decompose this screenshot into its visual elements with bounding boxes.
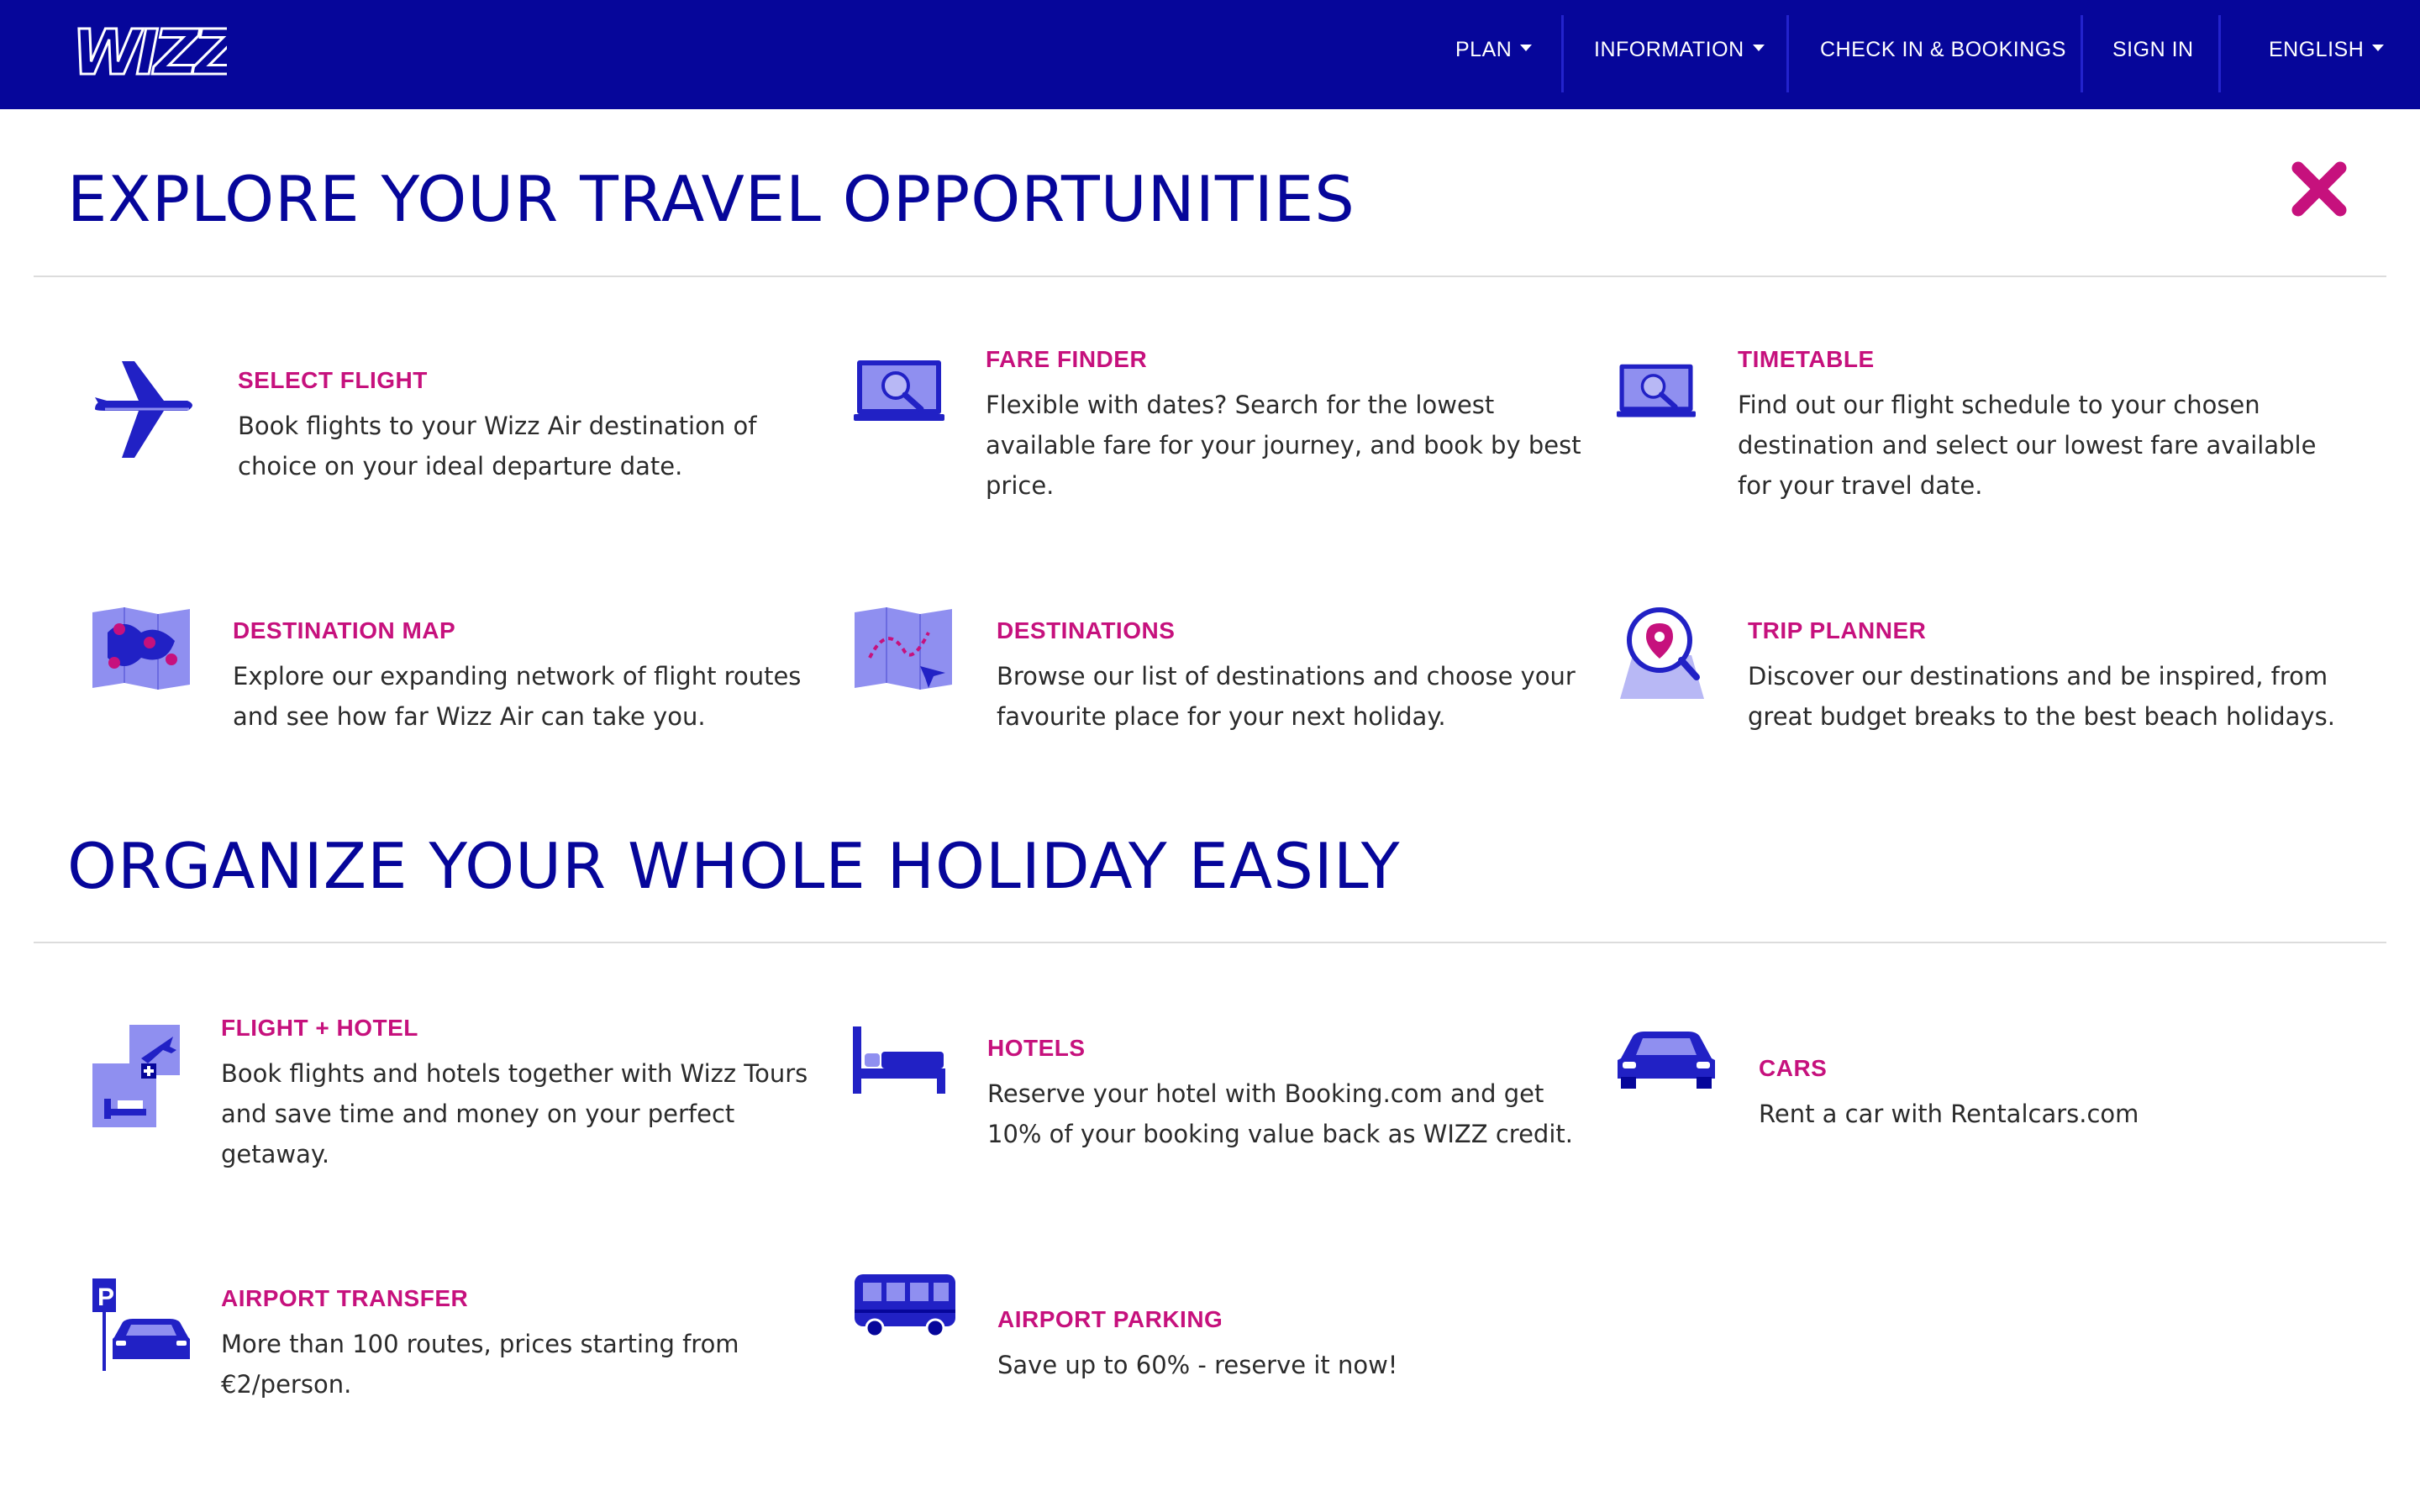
destinations-desc: Browse our list of destinations and choo… (997, 662, 1576, 731)
nav-divider (2218, 15, 2221, 92)
top-navbar: WIZZ PLAN INFORMATION CHECK IN & BOOKING… (0, 0, 2420, 109)
flight-hotel-icon (92, 1025, 180, 1127)
nav-divider (1561, 15, 1564, 92)
parking-car-icon: P (92, 1278, 190, 1371)
bus-icon (855, 1274, 955, 1338)
laptop-search-icon (854, 360, 944, 421)
flight-hotel-desc: Book flights and hotels together with Wi… (221, 1059, 808, 1168)
section-title-organize: ORGANIZE YOUR WHOLE HOLIDAY EASILY (67, 829, 1401, 903)
nav-sign-in-label: SIGN IN (2112, 37, 2194, 61)
airport-parking-item[interactable]: AIRPORT PARKING Save up to 60% - reserve… (997, 1306, 1602, 1385)
section-divider (34, 942, 2386, 943)
timetable-link[interactable]: TIMETABLE (1738, 346, 2343, 373)
airplane-icon (95, 361, 192, 458)
trip-planner-item[interactable]: TRIP PLANNER Discover our destinations a… (1748, 617, 2353, 737)
nav-information[interactable]: INFORMATION (1594, 0, 1765, 99)
airport-transfer-desc: More than 100 routes, prices starting fr… (221, 1330, 739, 1399)
select-flight-desc: Book flights to your Wizz Air destinatio… (238, 412, 757, 480)
chevron-down-icon (1752, 45, 1765, 51)
hotels-item[interactable]: HOTELS Reserve your hotel with Booking.c… (987, 1035, 1592, 1154)
fare-finder-desc: Flexible with dates? Search for the lowe… (986, 391, 1581, 500)
trip-planner-link[interactable]: TRIP PLANNER (1748, 617, 2353, 644)
close-icon[interactable] (2290, 160, 2349, 218)
nav-sign-in[interactable]: SIGN IN (2112, 0, 2194, 99)
nav-divider (1786, 15, 1789, 92)
cars-link[interactable]: CARS (1759, 1055, 2347, 1082)
cars-desc: Rent a car with Rentalcars.com (1759, 1100, 2139, 1128)
section-title-explore: EXPLORE YOUR TRAVEL OPPORTUNITIES (67, 162, 1355, 236)
airport-parking-desc: Save up to 60% - reserve it now! (997, 1351, 1398, 1379)
svg-text:P: P (97, 1284, 114, 1311)
airport-transfer-link[interactable]: AIRPORT TRANSFER (221, 1285, 809, 1312)
chevron-down-icon (1520, 45, 1533, 51)
nav-language-selector[interactable]: ENGLISH (2269, 0, 2385, 99)
nav-language-label: ENGLISH (2269, 37, 2365, 61)
flight-hotel-item[interactable]: FLIGHT + HOTEL Book flights and hotels t… (221, 1015, 809, 1174)
fare-finder-item[interactable]: FARE FINDER Flexible with dates? Search … (986, 346, 1591, 506)
destinations-link[interactable]: DESTINATIONS (997, 617, 1602, 644)
map-route-icon (855, 607, 952, 690)
svg-text:WIZZ: WIZZ (72, 17, 227, 89)
airport-parking-link[interactable]: AIRPORT PARKING (997, 1306, 1602, 1333)
nav-check-in-bookings[interactable]: CHECK IN & BOOKINGS (1820, 0, 2066, 99)
laptop-search-icon (1617, 364, 1696, 417)
map-pins-icon (92, 607, 190, 690)
nav-plan[interactable]: PLAN (1455, 0, 1533, 99)
timetable-desc: Find out our flight schedule to your cho… (1738, 391, 2317, 500)
hotels-desc: Reserve your hotel with Booking.com and … (987, 1079, 1573, 1148)
flight-hotel-link[interactable]: FLIGHT + HOTEL (221, 1015, 809, 1042)
airport-transfer-item[interactable]: AIRPORT TRANSFER More than 100 routes, p… (221, 1285, 809, 1404)
car-icon (1618, 1032, 1715, 1089)
bed-icon (853, 1026, 945, 1094)
select-flight-item[interactable]: SELECT FLIGHT Book flights to your Wizz … (238, 367, 776, 486)
chevron-down-icon (2372, 45, 2385, 51)
select-flight-link[interactable]: SELECT FLIGHT (238, 367, 776, 394)
nav-information-label: INFORMATION (1594, 37, 1744, 61)
trip-planner-desc: Discover our destinations and be inspire… (1748, 662, 2335, 731)
section-divider (34, 276, 2386, 277)
nav-divider (2081, 15, 2083, 92)
cars-item[interactable]: CARS Rent a car with Rentalcars.com (1759, 1055, 2347, 1134)
nav-check-in-label: CHECK IN & BOOKINGS (1820, 37, 2066, 61)
timetable-item[interactable]: TIMETABLE Find out our flight schedule t… (1738, 346, 2343, 506)
nav-plan-label: PLAN (1455, 37, 1512, 61)
location-search-icon (1620, 607, 1704, 699)
destination-map-desc: Explore our expanding network of flight … (233, 662, 802, 731)
hotels-link[interactable]: HOTELS (987, 1035, 1592, 1062)
wizz-logo[interactable]: WIZZ (67, 13, 228, 93)
fare-finder-link[interactable]: FARE FINDER (986, 346, 1591, 373)
destination-map-link[interactable]: DESTINATION MAP (233, 617, 821, 644)
destinations-item[interactable]: DESTINATIONS Browse our list of destinat… (997, 617, 1602, 737)
destination-map-item[interactable]: DESTINATION MAP Explore our expanding ne… (233, 617, 821, 737)
